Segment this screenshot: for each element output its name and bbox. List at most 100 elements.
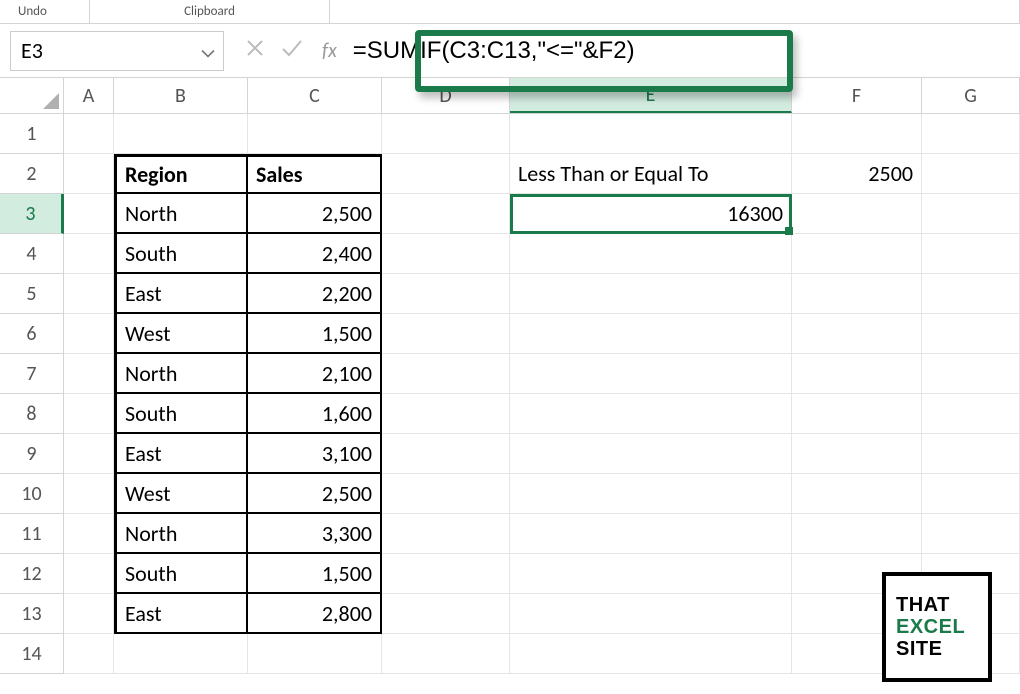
cell-F2[interactable]: 2500 — [792, 154, 922, 194]
col-header-G[interactable]: G — [922, 78, 1020, 113]
cell-A8[interactable] — [64, 394, 114, 434]
cell-B12[interactable]: South — [114, 554, 248, 594]
formula-input[interactable] — [347, 31, 1010, 71]
cell-D2[interactable] — [382, 154, 510, 194]
row-header-13[interactable]: 13 — [0, 594, 64, 634]
cell-D6[interactable] — [382, 314, 510, 354]
cell-F6[interactable] — [792, 314, 922, 354]
cell-F9[interactable] — [792, 434, 922, 474]
enter-icon[interactable] — [280, 37, 304, 65]
cell-D3[interactable] — [382, 194, 510, 234]
cell-A13[interactable] — [64, 594, 114, 634]
cell-G1[interactable] — [922, 114, 1020, 154]
cell-E3[interactable]: 16300 — [510, 194, 792, 234]
fx-icon[interactable]: fx — [312, 39, 347, 63]
cell-E9[interactable] — [510, 434, 792, 474]
cell-F7[interactable] — [792, 354, 922, 394]
cell-C13[interactable]: 2,800 — [248, 594, 382, 634]
cell-G3[interactable] — [922, 194, 1020, 234]
cell-C9[interactable]: 3,100 — [248, 434, 382, 474]
cell-D14[interactable] — [382, 634, 510, 674]
row-header-14[interactable]: 14 — [0, 634, 64, 674]
cell-F5[interactable] — [792, 274, 922, 314]
cell-G7[interactable] — [922, 354, 1020, 394]
cell-D12[interactable] — [382, 554, 510, 594]
cell-F11[interactable] — [792, 514, 922, 554]
cell-A14[interactable] — [64, 634, 114, 674]
cell-C7[interactable]: 2,100 — [248, 354, 382, 394]
row-header-3[interactable]: 3 — [0, 194, 64, 234]
cell-A6[interactable] — [64, 314, 114, 354]
cancel-icon[interactable] — [244, 37, 266, 65]
col-header-E[interactable]: E — [510, 78, 792, 113]
cell-C14[interactable] — [248, 634, 382, 674]
cell-G10[interactable] — [922, 474, 1020, 514]
cell-F1[interactable] — [792, 114, 922, 154]
row-header-6[interactable]: 6 — [0, 314, 64, 354]
cell-F8[interactable] — [792, 394, 922, 434]
cell-G11[interactable] — [922, 514, 1020, 554]
cell-A4[interactable] — [64, 234, 114, 274]
cell-A5[interactable] — [64, 274, 114, 314]
row-header-12[interactable]: 12 — [0, 554, 64, 594]
cell-D4[interactable] — [382, 234, 510, 274]
cell-C10[interactable]: 2,500 — [248, 474, 382, 514]
cell-D1[interactable] — [382, 114, 510, 154]
cell-A10[interactable] — [64, 474, 114, 514]
cell-E10[interactable] — [510, 474, 792, 514]
row-header-5[interactable]: 5 — [0, 274, 64, 314]
cell-E1[interactable] — [510, 114, 792, 154]
cell-B3[interactable]: North — [114, 194, 248, 234]
cell-A11[interactable] — [64, 514, 114, 554]
cell-G5[interactable] — [922, 274, 1020, 314]
row-header-7[interactable]: 7 — [0, 354, 64, 394]
cell-D8[interactable] — [382, 394, 510, 434]
cell-B13[interactable]: East — [114, 594, 248, 634]
cell-B10[interactable]: West — [114, 474, 248, 514]
cell-E12[interactable] — [510, 554, 792, 594]
col-header-A[interactable]: A — [64, 78, 114, 113]
cell-A9[interactable] — [64, 434, 114, 474]
cell-E8[interactable] — [510, 394, 792, 434]
row-header-1[interactable]: 1 — [0, 114, 64, 154]
row-header-9[interactable]: 9 — [0, 434, 64, 474]
cell-A7[interactable] — [64, 354, 114, 394]
cell-C2[interactable]: Sales — [248, 154, 382, 194]
cell-E6[interactable] — [510, 314, 792, 354]
name-box[interactable]: E3 — [10, 31, 224, 71]
cell-B9[interactable]: East — [114, 434, 248, 474]
cell-D11[interactable] — [382, 514, 510, 554]
col-header-F[interactable]: F — [792, 78, 922, 113]
cell-F4[interactable] — [792, 234, 922, 274]
cell-B14[interactable] — [114, 634, 248, 674]
cell-A12[interactable] — [64, 554, 114, 594]
cell-G6[interactable] — [922, 314, 1020, 354]
cell-B11[interactable]: North — [114, 514, 248, 554]
cell-C5[interactable]: 2,200 — [248, 274, 382, 314]
row-header-4[interactable]: 4 — [0, 234, 64, 274]
cell-B1[interactable] — [114, 114, 248, 154]
cell-G4[interactable] — [922, 234, 1020, 274]
cell-B7[interactable]: North — [114, 354, 248, 394]
select-all-corner[interactable] — [0, 78, 64, 113]
cell-F3[interactable] — [792, 194, 922, 234]
cell-D10[interactable] — [382, 474, 510, 514]
cell-C4[interactable]: 2,400 — [248, 234, 382, 274]
cell-C11[interactable]: 3,300 — [248, 514, 382, 554]
row-header-2[interactable]: 2 — [0, 154, 64, 194]
cell-C3[interactable]: 2,500 — [248, 194, 382, 234]
cell-B8[interactable]: South — [114, 394, 248, 434]
cell-D5[interactable] — [382, 274, 510, 314]
cell-E5[interactable] — [510, 274, 792, 314]
row-header-10[interactable]: 10 — [0, 474, 64, 514]
cell-C6[interactable]: 1,500 — [248, 314, 382, 354]
cell-C8[interactable]: 1,600 — [248, 394, 382, 434]
cell-G9[interactable] — [922, 434, 1020, 474]
cell-A1[interactable] — [64, 114, 114, 154]
cell-B5[interactable]: East — [114, 274, 248, 314]
row-header-11[interactable]: 11 — [0, 514, 64, 554]
cell-E11[interactable] — [510, 514, 792, 554]
cell-G8[interactable] — [922, 394, 1020, 434]
cell-A2[interactable] — [64, 154, 114, 194]
chevron-down-icon[interactable] — [201, 37, 215, 64]
